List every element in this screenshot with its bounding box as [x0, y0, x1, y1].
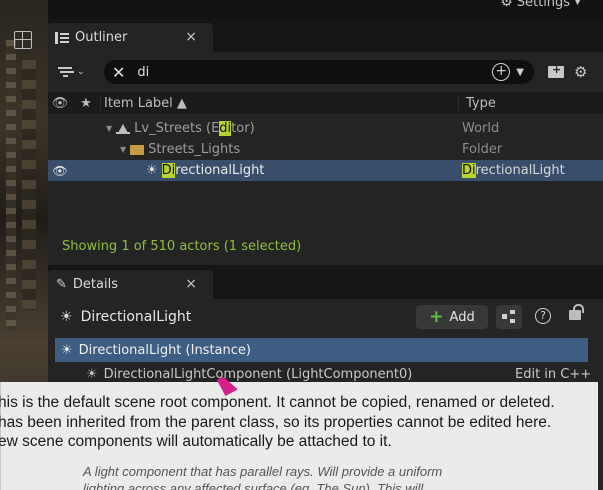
tab-outliner-label: Outliner [75, 30, 128, 45]
outliner-icon [55, 31, 69, 44]
eye-icon[interactable]: 👁 [48, 164, 72, 178]
outliner-search-row: ⌄ ✕ di + ▼ ⚙ [48, 57, 603, 87]
expand-arrow-icon[interactable]: ▼ [120, 145, 126, 154]
gear-icon[interactable]: ⚙ [574, 63, 587, 81]
settings-label: Settings [516, 0, 571, 10]
tree-row-name: ☀ DirectionalLight [146, 163, 264, 178]
component-row[interactable]: ☀ DirectionalLightComponent (LightCompon… [48, 364, 603, 384]
tab-outliner[interactable]: Outliner × [48, 23, 213, 52]
component-label: DirectionalLightComponent (LightComponen… [103, 366, 413, 382]
tooltip-line: ew scene components will automatically b… [0, 433, 392, 450]
component-instance-row[interactable]: ☀ DirectionalLight (Instance) [55, 338, 588, 362]
row-label: Streets_Lights [148, 142, 241, 157]
tooltip-description: A light component that has parallel rays… [83, 463, 442, 490]
edit-in-cpp-link[interactable]: Edit in C++ [515, 367, 591, 382]
viewport-scenery [6, 40, 16, 330]
row-label: Lv_Streets (Editor) [134, 121, 255, 136]
plus-icon: + [429, 307, 444, 327]
tab-details[interactable]: ✎ Details × [48, 270, 213, 299]
tree-row-name: ▼ Lv_Streets (Editor) [106, 121, 255, 136]
tooltip-line: has been inherited from the parent class… [0, 413, 552, 431]
column-type[interactable]: Type [458, 95, 603, 111]
filter-button[interactable]: ⌄ [58, 67, 92, 77]
pencil-icon: ✎ [56, 277, 67, 292]
expand-arrow-icon[interactable]: ▼ [106, 124, 112, 133]
favorite-column-icon[interactable]: ★ [72, 96, 100, 111]
outliner-tab-bar: Outliner × [48, 20, 603, 52]
viewport-scenery-2 [22, 60, 36, 310]
clear-search-icon[interactable]: ✕ [112, 63, 125, 82]
details-title-row: ☀ DirectionalLight + Add ? [48, 303, 603, 331]
details-title: DirectionalLight [80, 309, 192, 325]
outliner-status: Showing 1 of 510 actors (1 selected) [62, 238, 302, 254]
folder-icon [130, 144, 145, 155]
settings-button[interactable]: ⚙ Settings ▼ [500, 0, 581, 10]
light-icon: ☀ [61, 342, 73, 358]
row-label: DirectionalLight [161, 163, 265, 178]
instance-label: DirectionalLight (Instance) [78, 342, 251, 358]
tree-row-name: ▼ Streets_Lights [120, 142, 240, 157]
viewport-layout-icon[interactable] [14, 31, 32, 49]
light-icon: ☀ [86, 366, 98, 382]
tree-row-directionallight[interactable]: 👁 ☀ DirectionalLight DirectionalLight [48, 160, 603, 181]
tree-row-level[interactable]: ▼ Lv_Streets (Editor) World [48, 118, 603, 139]
world-icon [116, 123, 131, 134]
search-input[interactable]: ✕ di + ▼ [104, 60, 534, 84]
editor-root: ⚙ Settings ▼ Outliner × ⌄ ✕ di + ▼ + ⚙ 👁… [0, 0, 603, 490]
search-value: di [137, 64, 150, 80]
add-component-button[interactable]: + Add [416, 305, 488, 329]
close-icon[interactable]: × [185, 276, 197, 292]
tree-row-folder[interactable]: ▼ Streets_Lights Folder [48, 139, 603, 160]
top-bar: ⚙ Settings ▼ [48, 0, 603, 20]
add-filter-icon[interactable]: + [492, 63, 511, 81]
tooltip-desc-line: A light component that has parallel rays… [83, 464, 443, 479]
light-icon: ☀ [146, 163, 158, 178]
light-icon: ☀ [60, 309, 73, 325]
blueprint-button[interactable] [496, 305, 522, 329]
chevron-down-icon: ▼ [574, 0, 581, 7]
details-tab-bar: ✎ Details × [48, 265, 603, 299]
visibility-column-icon[interactable]: 👁 [48, 96, 72, 111]
tooltip-desc-line: lighting across any affected surface (eg… [83, 481, 424, 490]
tooltip-line: his is the default scene root component.… [0, 394, 555, 411]
row-type: DirectionalLight [462, 163, 565, 178]
column-item-label[interactable]: Item Label ▲ [100, 95, 458, 111]
gear-icon: ⚙ [500, 0, 513, 10]
row-type: Folder [462, 142, 503, 157]
help-icon[interactable]: ? [535, 308, 551, 324]
outliner-panel: Outliner × ⌄ ✕ di + ▼ ⚙ 👁 ★ Item Label ▲… [48, 20, 603, 265]
chevron-down-icon: ⌄ [77, 67, 85, 77]
lock-icon[interactable] [569, 304, 584, 320]
tooltip: his is the default scene root component.… [0, 382, 598, 490]
row-type: World [462, 121, 500, 136]
tab-details-label: Details [72, 277, 118, 292]
chevron-down-icon[interactable]: ▼ [516, 67, 524, 78]
tooltip-main-text: his is the default scene root component.… [0, 393, 598, 452]
add-folder-icon[interactable] [548, 63, 564, 78]
outliner-column-header: 👁 ★ Item Label ▲ Type [48, 92, 603, 114]
close-icon[interactable]: × [185, 29, 197, 45]
add-label: Add [449, 309, 475, 325]
filter-icon [58, 67, 72, 77]
